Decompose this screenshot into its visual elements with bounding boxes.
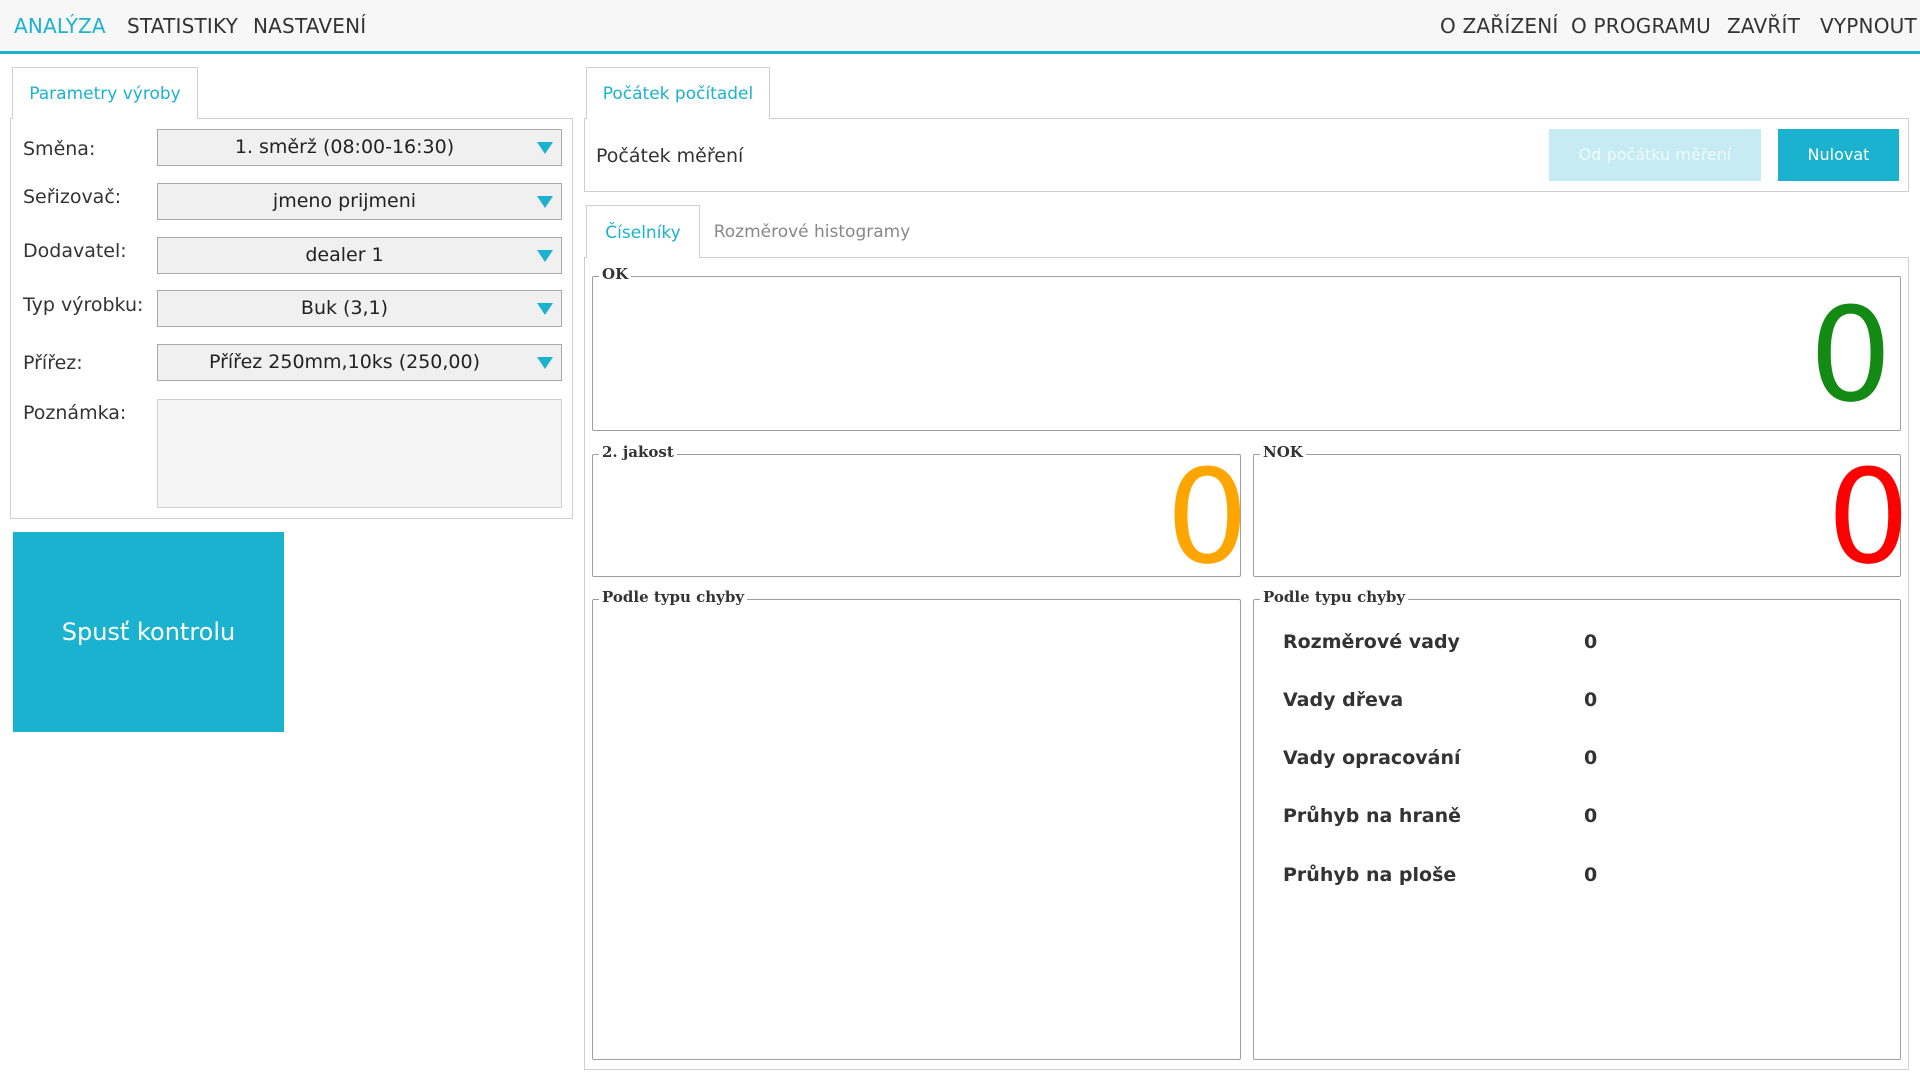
measure-start-label: Počátek měření <box>596 145 744 167</box>
product-type-select[interactable]: Buk (3,1) <box>157 290 562 327</box>
defect-label-edge-bend: Průhyb na hraně <box>1283 805 1462 827</box>
defect-value-dimensional: 0 <box>1584 631 1598 653</box>
defect-label-surface-bend: Průhyb na ploše <box>1283 864 1457 886</box>
dropdown-arrow-icon <box>537 250 553 262</box>
ok-count: 0 <box>1809 279 1892 431</box>
second-quality-title: 2. jakost <box>599 443 677 461</box>
supplier-select[interactable]: dealer 1 <box>157 237 562 274</box>
second-quality-count: 0 <box>1166 441 1249 593</box>
nok-title: NOK <box>1260 443 1306 461</box>
main-menu-bar: ANALÝZA STATISTIKY NASTAVENÍ O ZAŘÍZENÍ … <box>0 0 1920 54</box>
shift-value: 1. směrž (08:00-16:30) <box>234 136 455 158</box>
cut-select[interactable]: Přířez 250mm,10ks (250,00) <box>157 344 562 381</box>
product-type-label: Typ výrobku: <box>23 294 144 316</box>
dropdown-arrow-icon <box>537 303 553 315</box>
second-quality-group: 2. jakost <box>592 443 1241 577</box>
menu-o-zarizeni[interactable]: O ZAŘÍZENÍ <box>1440 14 1558 38</box>
from-start-button[interactable]: Od počátku měření <box>1549 129 1761 181</box>
cut-value: Přířez 250mm,10ks (250,00) <box>208 351 481 373</box>
ok-group: OK <box>592 265 1901 431</box>
defects-by-type-left-title: Podle typu chyby <box>599 588 748 606</box>
start-control-button[interactable]: Spusť kontrolu <box>13 532 284 732</box>
supplier-label: Dodavatel: <box>23 240 127 262</box>
tab-ciselniky[interactable]: Číselníky <box>586 205 700 258</box>
tab-pocatek-pocitadel[interactable]: Počátek počítadel <box>586 67 770 119</box>
defect-value-machining: 0 <box>1584 747 1598 769</box>
defects-by-type-list-group: Podle typu chyby <box>1253 588 1901 1060</box>
defect-label-machining: Vady opracování <box>1283 747 1461 769</box>
tab-rozmerove-histogramy[interactable]: Rozměrové histogramy <box>712 205 912 258</box>
shift-label: Směna: <box>23 138 96 160</box>
menu-o-programu[interactable]: O PROGRAMU <box>1571 14 1711 38</box>
note-label: Poznámka: <box>23 402 127 424</box>
menu-zavrit[interactable]: ZAVŘÍT <box>1727 14 1800 38</box>
dropdown-arrow-icon <box>537 357 553 369</box>
menu-nastaveni[interactable]: NASTAVENÍ <box>253 14 366 38</box>
menu-statistiky[interactable]: STATISTIKY <box>127 14 238 38</box>
dropdown-arrow-icon <box>537 196 553 208</box>
defect-value-surface-bend: 0 <box>1584 864 1598 886</box>
cut-label: Přířez: <box>23 352 83 374</box>
shift-select[interactable]: 1. směrž (08:00-16:30) <box>157 129 562 166</box>
defects-by-type-chart-group: Podle typu chyby <box>592 588 1241 1060</box>
nok-count: 0 <box>1827 441 1910 593</box>
nok-group: NOK <box>1253 443 1901 577</box>
defect-label-dimensional: Rozměrové vady <box>1283 631 1460 653</box>
reset-button[interactable]: Nulovat <box>1778 129 1899 181</box>
tab-parametry-vyroby[interactable]: Parametry výroby <box>12 67 198 119</box>
menu-analyza[interactable]: ANALÝZA <box>14 14 106 38</box>
defect-value-wood: 0 <box>1584 689 1598 711</box>
setter-label: Seřizovač: <box>23 186 122 208</box>
defect-label-wood: Vady dřeva <box>1283 689 1404 711</box>
note-textarea[interactable] <box>157 399 562 508</box>
dropdown-arrow-icon <box>537 142 553 154</box>
menu-vypnout[interactable]: VYPNOUT <box>1820 14 1917 38</box>
setter-value: jmeno prijmeni <box>272 190 417 212</box>
ok-title: OK <box>599 265 632 283</box>
defects-by-type-right-title: Podle typu chyby <box>1260 588 1409 606</box>
supplier-value: dealer 1 <box>305 244 384 266</box>
product-type-value: Buk (3,1) <box>300 297 389 319</box>
setter-select[interactable]: jmeno prijmeni <box>157 183 562 220</box>
defect-value-edge-bend: 0 <box>1584 805 1598 827</box>
